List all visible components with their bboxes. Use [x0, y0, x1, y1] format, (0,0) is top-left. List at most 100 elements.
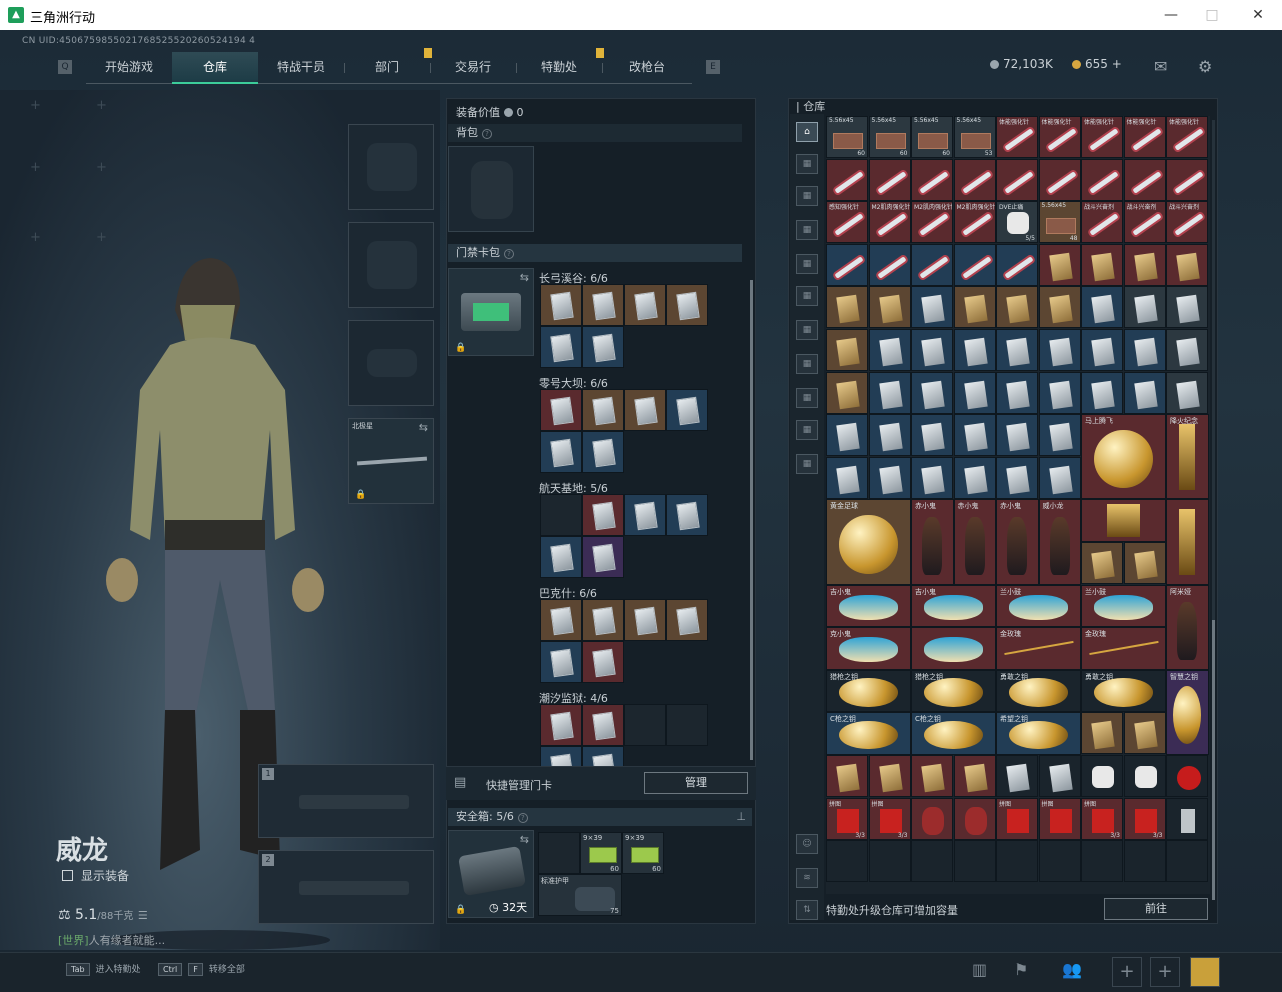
- tab-category[interactable]: ▦: [796, 220, 818, 240]
- keycard-empty-slot[interactable]: [624, 704, 666, 746]
- doll-item[interactable]: 赤小鬼: [996, 499, 1039, 585]
- warehouse-item[interactable]: [911, 286, 953, 329]
- coupon-balance[interactable]: 655 +: [1072, 57, 1122, 71]
- keycard-item[interactable]: [582, 536, 624, 578]
- warehouse-item[interactable]: [1166, 286, 1208, 329]
- warehouse-item[interactable]: [1123, 329, 1166, 371]
- warehouse-item[interactable]: [826, 456, 868, 499]
- helmet-slot[interactable]: [348, 124, 434, 210]
- plush-item[interactable]: 兰小鼓: [1081, 584, 1166, 628]
- warehouse-item[interactable]: [1081, 542, 1123, 584]
- keycard-item[interactable]: [582, 326, 624, 368]
- tab-category[interactable]: ▦: [796, 286, 818, 306]
- warehouse-item[interactable]: [953, 158, 996, 201]
- melee-slot[interactable]: 北极星 ⇆ 🔒: [348, 418, 434, 504]
- settings-gear-icon[interactable]: ⚙: [1198, 57, 1212, 76]
- pin-icon[interactable]: ⊥: [736, 808, 746, 826]
- warehouse-item[interactable]: [996, 755, 1038, 797]
- keycard-item[interactable]: [582, 641, 624, 683]
- warehouse-item[interactable]: [1038, 755, 1081, 797]
- doll-item[interactable]: 赤小鬼: [953, 499, 996, 585]
- warehouse-item[interactable]: M2肌肉强化针: [911, 201, 953, 244]
- warehouse-item[interactable]: [953, 286, 996, 329]
- warehouse-item[interactable]: [1038, 286, 1081, 329]
- add-party-button[interactable]: +: [1112, 957, 1142, 987]
- warehouse-item[interactable]: [996, 371, 1038, 414]
- doll-item[interactable]: 威小龙: [1038, 499, 1081, 585]
- trophy-item[interactable]: [1081, 499, 1166, 542]
- warehouse-item[interactable]: [953, 243, 996, 286]
- tab-department[interactable]: 部门: [344, 52, 430, 84]
- warehouse-item[interactable]: [1081, 755, 1123, 797]
- warehouse-item[interactable]: [953, 414, 996, 457]
- warehouse-item[interactable]: [1123, 542, 1166, 584]
- warehouse-item[interactable]: [868, 158, 911, 201]
- warehouse-item[interactable]: 5.56x45 60: [826, 116, 868, 158]
- warehouse-item[interactable]: 拼图: [996, 797, 1038, 840]
- warehouse-item[interactable]: [868, 755, 911, 797]
- keycard-item[interactable]: [582, 599, 624, 641]
- warehouse-item[interactable]: [953, 329, 996, 371]
- keycard-item[interactable]: [540, 284, 582, 326]
- keycard-item[interactable]: [624, 284, 666, 326]
- safe-cell-empty[interactable]: [538, 832, 580, 874]
- hint-enter-special-ops[interactable]: Tab 进入特勤处: [66, 962, 141, 976]
- empty-slot[interactable]: [868, 840, 911, 883]
- warehouse-item[interactable]: 体能强化针: [1166, 116, 1208, 158]
- warehouse-item[interactable]: [1166, 797, 1208, 840]
- warehouse-item[interactable]: [996, 243, 1038, 286]
- doll-item[interactable]: 赤小鬼: [911, 499, 954, 585]
- doll-item[interactable]: 阿米娅: [1166, 584, 1209, 670]
- warehouse-item[interactable]: [911, 797, 953, 840]
- keycard-item[interactable]: [582, 704, 624, 746]
- warehouse-item[interactable]: [1038, 371, 1081, 414]
- warehouse-item[interactable]: [1123, 712, 1166, 755]
- warehouse-item[interactable]: M2肌肉强化针: [868, 201, 911, 244]
- warehouse-item[interactable]: [826, 414, 868, 457]
- keycard-item[interactable]: [540, 326, 582, 368]
- ornate-key-item[interactable]: 智慧之钥: [1166, 669, 1209, 755]
- tab-category[interactable]: ▦: [796, 254, 818, 274]
- key-ring-item[interactable]: 猎枪之钥: [911, 669, 996, 713]
- flag-icon[interactable]: ⚑: [1014, 960, 1028, 979]
- warehouse-item[interactable]: [996, 329, 1038, 371]
- plush-item[interactable]: 克小鬼: [826, 627, 911, 670]
- warehouse-item[interactable]: [1081, 712, 1123, 755]
- pistol-slot[interactable]: [348, 320, 434, 406]
- key-ring-item[interactable]: 勇敢之钥: [1081, 669, 1166, 713]
- warehouse-item[interactable]: [911, 755, 953, 797]
- tab-category[interactable]: ▦: [796, 186, 818, 206]
- warehouse-item[interactable]: 拼图 3/3: [1081, 797, 1123, 840]
- warehouse-item[interactable]: [868, 243, 911, 286]
- warehouse-item[interactable]: [996, 158, 1038, 201]
- go-button[interactable]: 前往: [1104, 898, 1208, 920]
- tab-all-items[interactable]: ⌂: [796, 122, 818, 142]
- warehouse-item[interactable]: 战斗兴奋剂: [1166, 201, 1208, 244]
- tab-category[interactable]: ▦: [796, 354, 818, 374]
- tab-start-game[interactable]: 开始游戏: [86, 52, 172, 84]
- warehouse-item[interactable]: 5.56x45 53: [953, 116, 996, 158]
- safe-box[interactable]: ⇆ ◷ 32天 🔒: [448, 830, 534, 918]
- warehouse-item[interactable]: [1166, 243, 1208, 286]
- keycard-item[interactable]: [666, 284, 708, 326]
- key-ring-item[interactable]: C枪之钥: [826, 712, 911, 755]
- sort-icon[interactable]: ⇅: [796, 900, 818, 920]
- mail-icon[interactable]: ✉: [1154, 57, 1167, 76]
- warehouse-item[interactable]: [996, 456, 1038, 499]
- warehouse-item[interactable]: [911, 158, 953, 201]
- warehouse-item[interactable]: [826, 158, 868, 201]
- tab-category[interactable]: ▦: [796, 454, 818, 474]
- ammo-item[interactable]: 9×39 60: [580, 832, 622, 874]
- warehouse-item[interactable]: [1166, 755, 1208, 797]
- warehouse-item[interactable]: [911, 456, 953, 499]
- warehouse-item[interactable]: 拼图 3/3: [826, 797, 868, 840]
- keycard-item[interactable]: [666, 389, 708, 431]
- warehouse-item[interactable]: 体能强化针: [1123, 116, 1166, 158]
- empty-slot[interactable]: [826, 840, 868, 883]
- empty-slot[interactable]: [953, 840, 996, 883]
- warehouse-item[interactable]: [1123, 371, 1166, 414]
- key-ring-item[interactable]: 希望之钥: [996, 712, 1081, 755]
- tab-category[interactable]: ▦: [796, 320, 818, 340]
- empty-slot[interactable]: [911, 840, 953, 883]
- warehouse-item[interactable]: 5.56x45 48: [1038, 201, 1081, 244]
